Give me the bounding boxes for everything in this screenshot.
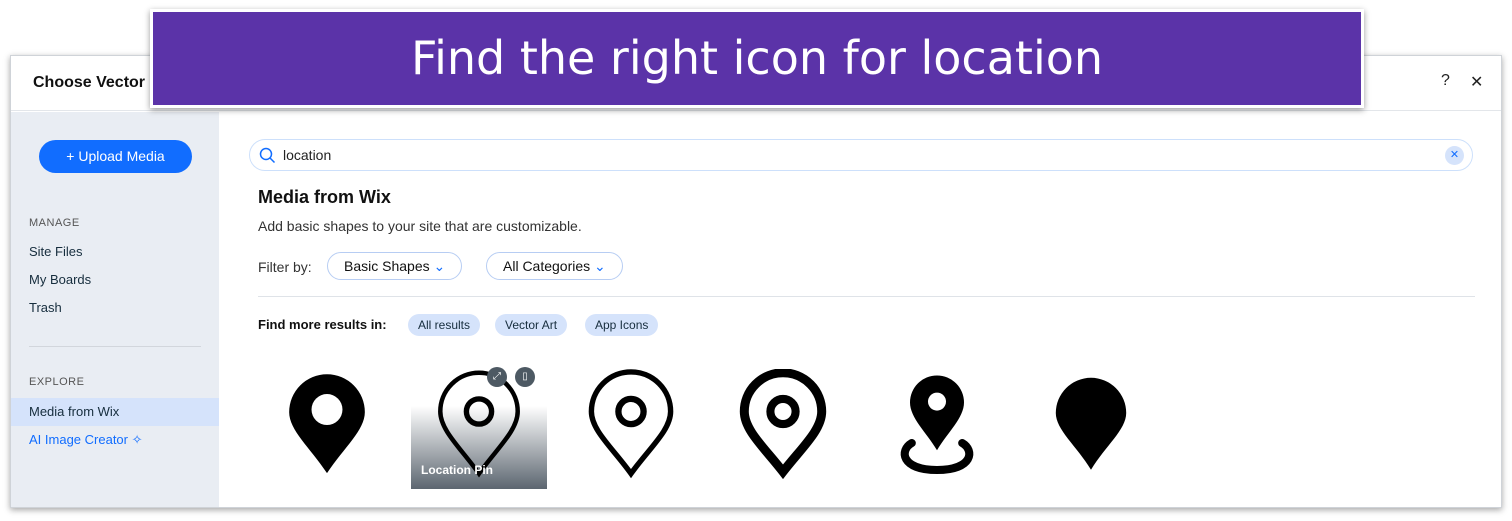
explore-heading: EXPLORE (29, 376, 85, 388)
map-pin-icon (289, 374, 365, 474)
sidebar-item-trash[interactable]: Trash (29, 300, 62, 315)
location-icon-solid[interactable] (1023, 361, 1159, 489)
search-input[interactable]: location ✕ (249, 139, 1473, 171)
chevron-down-icon: ⌄ (433, 258, 446, 274)
chevron-down-icon: ⌄ (594, 258, 606, 274)
caption-banner: Find the right icon for location (150, 9, 1364, 108)
dialog-title: Choose Vector (33, 74, 146, 91)
map-pin-outline-icon (588, 369, 674, 479)
map-pin-base-icon (900, 375, 974, 475)
location-icon-filled[interactable] (259, 361, 395, 489)
sidebar: + Upload Media MANAGE Site Files My Boar… (11, 112, 219, 507)
help-button[interactable]: ? (1441, 72, 1450, 90)
sidebar-item-media-from-wix-label: Media from Wix (29, 404, 120, 419)
chip-app-icons[interactable]: App Icons (585, 314, 659, 336)
search-icon (259, 147, 276, 164)
find-more-label: Find more results in: (258, 317, 387, 332)
sidebar-item-site-files[interactable]: Site Files (29, 244, 82, 259)
section-title: Media from Wix (258, 187, 391, 207)
location-icon-outline[interactable] (563, 361, 699, 489)
upload-media-button[interactable]: + Upload Media (39, 140, 192, 173)
section-description: Add basic shapes to your site that are c… (258, 218, 582, 234)
map-pin-bold-icon (739, 369, 827, 480)
sidebar-item-my-boards[interactable]: My Boards (29, 272, 91, 287)
clear-search-button[interactable]: ✕ (1445, 146, 1464, 165)
basic-shapes-dropdown[interactable]: Basic Shapes ⌄ (327, 252, 463, 280)
chip-vector-art[interactable]: Vector Art (495, 314, 568, 336)
ai-image-creator-label: AI Image Creator (29, 432, 128, 447)
chip-all-results[interactable]: All results (408, 314, 481, 336)
all-categories-dropdown[interactable]: All Categories ⌄ (486, 252, 623, 280)
manage-heading: MANAGE (29, 217, 80, 229)
dropdown-value: Basic Shapes (344, 258, 430, 274)
dropdown-value: All Categories (503, 258, 591, 274)
expand-icon[interactable]: ⤢ (487, 367, 507, 387)
icon-label: Location Pin (421, 463, 493, 477)
divider (258, 296, 1475, 297)
location-pin-icon-hovered[interactable]: ⤢ ▯ Location Pin (411, 361, 547, 489)
bookmark-icon[interactable]: ▯ (515, 367, 535, 387)
map-pin-solid-icon (1055, 377, 1127, 470)
search-value: location (283, 147, 332, 163)
divider (29, 346, 201, 347)
sparkle-icon: ✧ (131, 432, 143, 447)
filter-label: Filter by: (258, 259, 312, 275)
choose-vector-dialog: Choose Vector ? ✕ + Upload Media MANAGE … (10, 55, 1502, 508)
main-panel: location ✕ Media from Wix Add basic shap… (219, 112, 1501, 507)
location-icon-bold-outline[interactable] (715, 361, 851, 489)
location-icon-with-base[interactable] (869, 361, 1005, 489)
close-button[interactable]: ✕ (1470, 72, 1483, 92)
sidebar-item-ai-image-creator[interactable]: AI Image Creator ✧ (29, 432, 143, 448)
